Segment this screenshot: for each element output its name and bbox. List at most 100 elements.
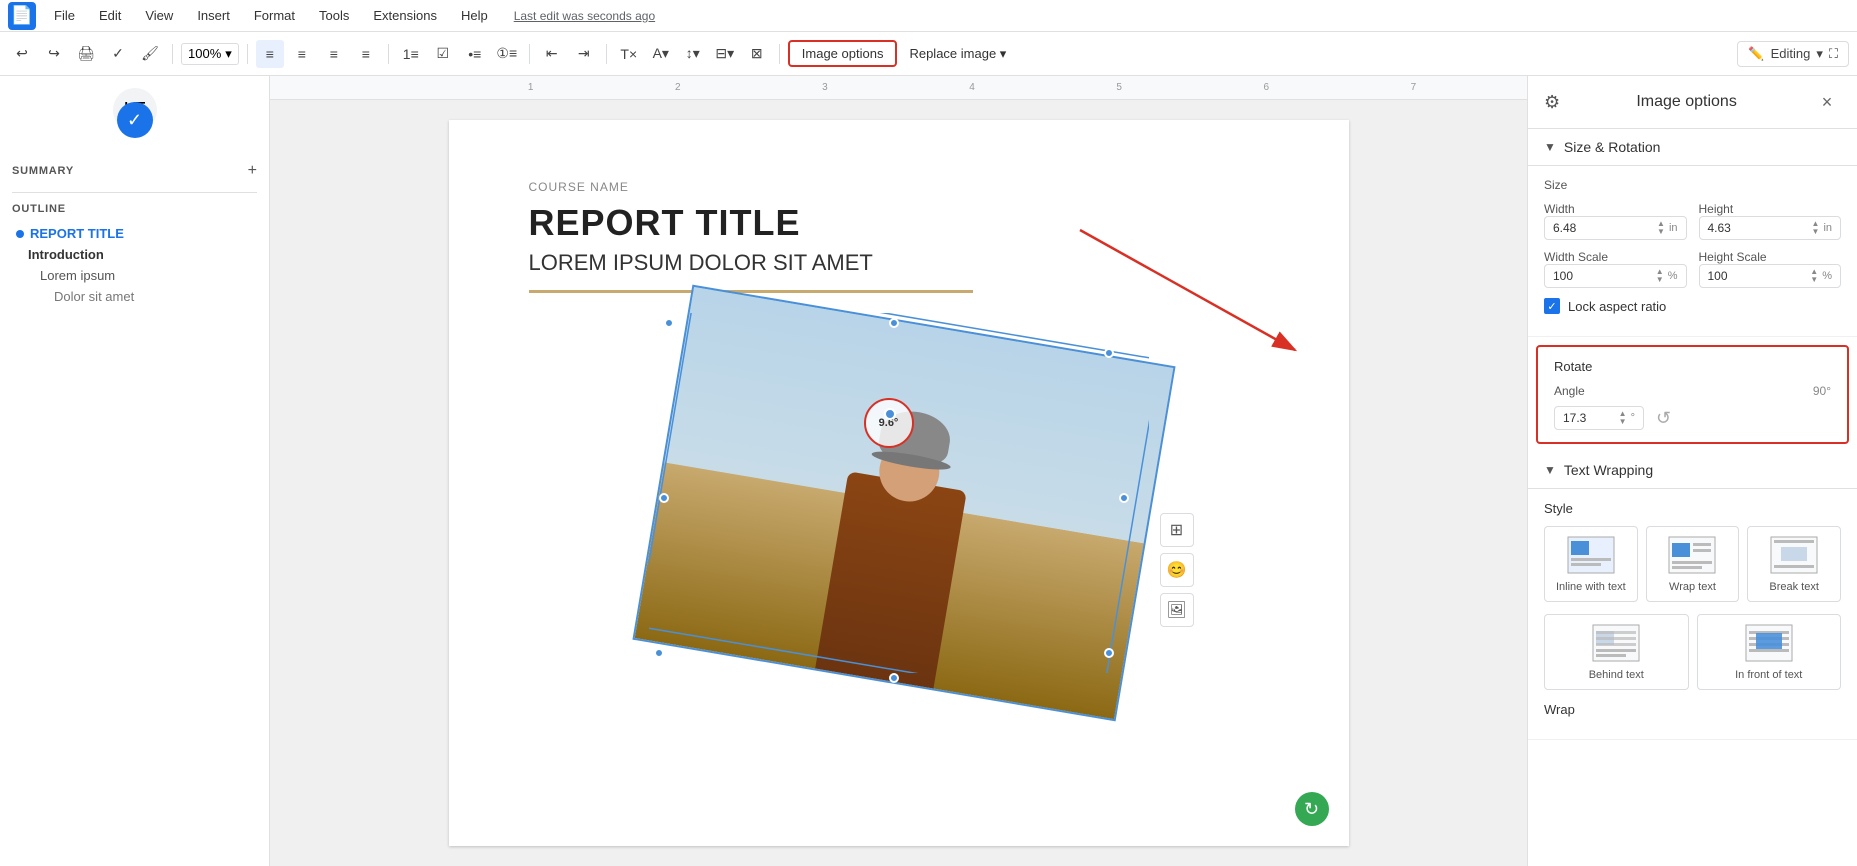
- insert-image-button[interactable]: 🖼: [1160, 593, 1194, 627]
- menu-view[interactable]: View: [139, 6, 179, 25]
- editing-mode-button[interactable]: ✏️ Editing ▾ ⛶: [1737, 41, 1849, 67]
- ruler-mark-5: 5: [1046, 82, 1193, 93]
- handle-tl[interactable]: [664, 318, 674, 328]
- menu-insert[interactable]: Insert: [191, 6, 236, 25]
- editing-expand-icon: ⛶: [1829, 46, 1838, 62]
- wrap-infront-button[interactable]: In front of text: [1697, 614, 1842, 690]
- clear-format-button[interactable]: T×: [615, 40, 643, 68]
- menu-tools[interactable]: Tools: [313, 6, 355, 25]
- print-button[interactable]: 🖨: [72, 40, 100, 68]
- outline-item-dolor[interactable]: Dolor sit amet: [12, 286, 257, 307]
- refresh-button[interactable]: ↻: [1295, 792, 1329, 826]
- indent-less-button[interactable]: ⇤: [538, 40, 566, 68]
- rotate-reset-icon[interactable]: ↺: [1656, 408, 1671, 429]
- smart-compose-check[interactable]: ✓: [117, 102, 153, 138]
- handle-mr[interactable]: [1119, 493, 1129, 503]
- menu-help[interactable]: Help: [455, 6, 494, 25]
- paintformat-button[interactable]: 🖌: [136, 40, 164, 68]
- handle-tr[interactable]: [1104, 348, 1114, 358]
- handle-bl[interactable]: [654, 648, 664, 658]
- columns-button[interactable]: ⊟▾: [711, 40, 739, 68]
- highlight-button[interactable]: A▾: [647, 40, 675, 68]
- outline-item-introduction[interactable]: Introduction: [12, 244, 257, 265]
- ruler-mark-7: 7: [1340, 82, 1487, 93]
- height-scale-value: 100: [1708, 269, 1809, 283]
- menu-extensions[interactable]: Extensions: [367, 6, 443, 25]
- handle-bm[interactable]: [889, 673, 899, 683]
- height-input[interactable]: 4.63 ▲ ▼ in: [1699, 216, 1842, 240]
- numbered-list-button[interactable]: ①≡: [493, 40, 521, 68]
- handle-tm[interactable]: [889, 318, 899, 328]
- align-left-button[interactable]: ≡: [256, 40, 284, 68]
- report-title: REPORT TITLE: [529, 202, 1269, 244]
- angle-value: 17.3: [1563, 411, 1617, 425]
- lock-aspect-checkbox[interactable]: ✓: [1544, 298, 1560, 314]
- size-rotation-section-header[interactable]: ▼ Size & Rotation: [1528, 129, 1857, 166]
- panel-header: ⚙ Image options ×: [1528, 76, 1857, 129]
- ordered-list-button[interactable]: 1≡: [397, 40, 425, 68]
- unordered-list-button[interactable]: •≡: [461, 40, 489, 68]
- checklist-button[interactable]: ☑: [429, 40, 457, 68]
- align-center-button[interactable]: ≡: [288, 40, 316, 68]
- panel-close-button[interactable]: ×: [1813, 88, 1841, 116]
- width-input[interactable]: 6.48 ▲ ▼ in: [1544, 216, 1687, 240]
- width-scale-input[interactable]: 100 ▲ ▼ %: [1544, 264, 1687, 288]
- line-spacing-button[interactable]: ↕▾: [679, 40, 707, 68]
- text-wrapping-section-header[interactable]: ▼ Text Wrapping: [1528, 452, 1857, 489]
- menu-file[interactable]: File: [48, 6, 81, 25]
- outline-item-lorem[interactable]: Lorem ipsum: [12, 265, 257, 286]
- angle-down-spinner[interactable]: ▼: [1619, 418, 1627, 426]
- align-justify-button[interactable]: ≡: [352, 40, 380, 68]
- zoom-chevron-icon: ▾: [225, 46, 232, 62]
- indent-more-button[interactable]: ⇥: [570, 40, 598, 68]
- undo-button[interactable]: ↩: [8, 40, 36, 68]
- document-area: 1 2 3 4 5 6 7 COURSE NAME REPORT TITLE L…: [270, 76, 1527, 866]
- height-scale-input[interactable]: 100 ▲ ▼ %: [1699, 264, 1842, 288]
- redo-button[interactable]: ↪: [40, 40, 68, 68]
- width-unit: in: [1669, 222, 1678, 234]
- separator-5: [606, 44, 607, 64]
- spellcheck-button[interactable]: ✓: [104, 40, 132, 68]
- wrap-wrap-button[interactable]: Wrap text: [1646, 526, 1740, 602]
- insert-emoji-button[interactable]: 😊: [1160, 553, 1194, 587]
- crop-button[interactable]: ⊠: [743, 40, 771, 68]
- wrap-wrap-icon: [1667, 535, 1717, 575]
- align-right-button[interactable]: ≡: [320, 40, 348, 68]
- height-scale-down-spinner[interactable]: ▼: [1810, 276, 1818, 284]
- menu-edit[interactable]: Edit: [93, 6, 127, 25]
- menu-format[interactable]: Format: [248, 6, 301, 25]
- ruler-mark-1: 1: [457, 82, 604, 93]
- wrap-infront-label: In front of text: [1735, 669, 1802, 681]
- wrap-inline-button[interactable]: Inline with text: [1544, 526, 1638, 602]
- height-scale-unit: %: [1822, 270, 1832, 282]
- ruler-mark-2: 2: [604, 82, 751, 93]
- panel-title: Image options: [1636, 93, 1737, 111]
- angle-input[interactable]: 17.3 ▲ ▼ °: [1554, 406, 1644, 430]
- insert-table-button[interactable]: ⊞: [1160, 513, 1194, 547]
- document-image[interactable]: [632, 285, 1175, 722]
- zoom-control[interactable]: 100% ▾: [181, 43, 239, 65]
- rotation-center-dot: [884, 408, 896, 420]
- wrap-inline-label: Inline with text: [1556, 581, 1626, 593]
- handle-br[interactable]: [1104, 648, 1114, 658]
- ruler: 1 2 3 4 5 6 7: [270, 76, 1527, 100]
- image-options-button[interactable]: Image options: [788, 40, 898, 67]
- doc-subtitle: LOREM IPSUM DOLOR SIT AMET: [529, 250, 1269, 276]
- handle-ml[interactable]: [659, 493, 669, 503]
- text-wrapping-chevron-icon: ▼: [1544, 463, 1556, 477]
- width-value: 6.48: [1553, 221, 1655, 235]
- replace-image-button[interactable]: Replace image ▾: [901, 42, 1014, 66]
- add-summary-button[interactable]: +: [248, 162, 257, 180]
- width-scale-down-spinner[interactable]: ▼: [1656, 276, 1664, 284]
- angle-label: Angle: [1554, 384, 1585, 398]
- ruler-mark-4: 4: [899, 82, 1046, 93]
- image-container[interactable]: 9.6° ⊞ 😊 🖼: [649, 313, 1149, 673]
- wrap-behind-button[interactable]: Behind text: [1544, 614, 1689, 690]
- sidebar-divider-1: [12, 192, 257, 193]
- rotation-handle[interactable]: 9.6°: [864, 398, 914, 448]
- wrap-break-label: Break text: [1769, 581, 1819, 593]
- wrap-break-button[interactable]: Break text: [1747, 526, 1841, 602]
- outline-item-report-title[interactable]: REPORT TITLE: [12, 223, 257, 244]
- width-down-spinner[interactable]: ▼: [1657, 228, 1665, 236]
- height-down-spinner[interactable]: ▼: [1812, 228, 1820, 236]
